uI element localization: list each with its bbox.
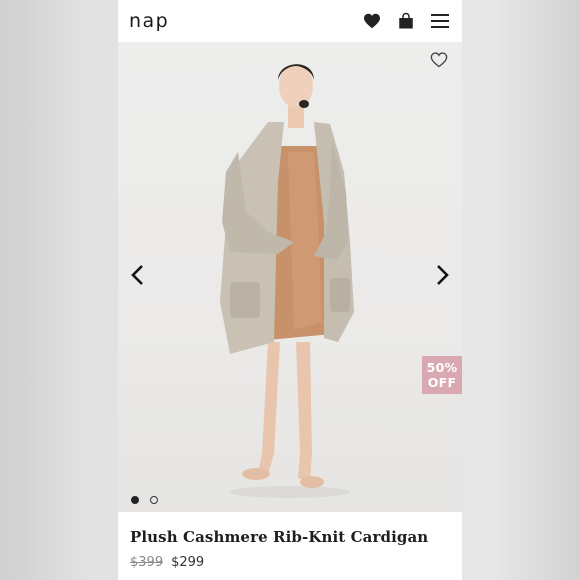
sale-price: $299	[171, 555, 205, 570]
shopping-bag-icon[interactable]	[396, 11, 416, 31]
heart-icon[interactable]	[362, 11, 382, 31]
app-screen: nap 50% OFF Plush Cashmere Rib-Knit Card…	[118, 0, 462, 580]
product-photo	[220, 64, 354, 498]
product-image-carousel[interactable]: 50% OFF	[118, 42, 462, 512]
product-info: Plush Cashmere Rib-Knit Cardigan $399 $2…	[118, 512, 462, 580]
top-nav-bar: nap	[118, 0, 462, 42]
discount-badge-percent: 50%	[426, 360, 458, 375]
product-title[interactable]: Plush Cashmere Rib-Knit Cardigan	[130, 528, 450, 546]
hamburger-menu-icon[interactable]	[430, 11, 450, 31]
discount-badge: 50% OFF	[422, 356, 462, 394]
chevron-left-icon[interactable]	[130, 264, 146, 286]
header-actions	[362, 11, 450, 31]
price-row: $399 $299	[130, 555, 450, 570]
brand-logo[interactable]: nap	[129, 10, 169, 32]
original-price: $399	[130, 555, 164, 570]
discount-badge-off: OFF	[427, 375, 457, 390]
carousel-dot-1[interactable]	[131, 496, 139, 504]
carousel-pagination	[131, 496, 158, 504]
wishlist-heart-outline-icon[interactable]	[430, 52, 450, 70]
chevron-right-icon[interactable]	[434, 264, 450, 286]
carousel-dot-2[interactable]	[150, 496, 158, 504]
